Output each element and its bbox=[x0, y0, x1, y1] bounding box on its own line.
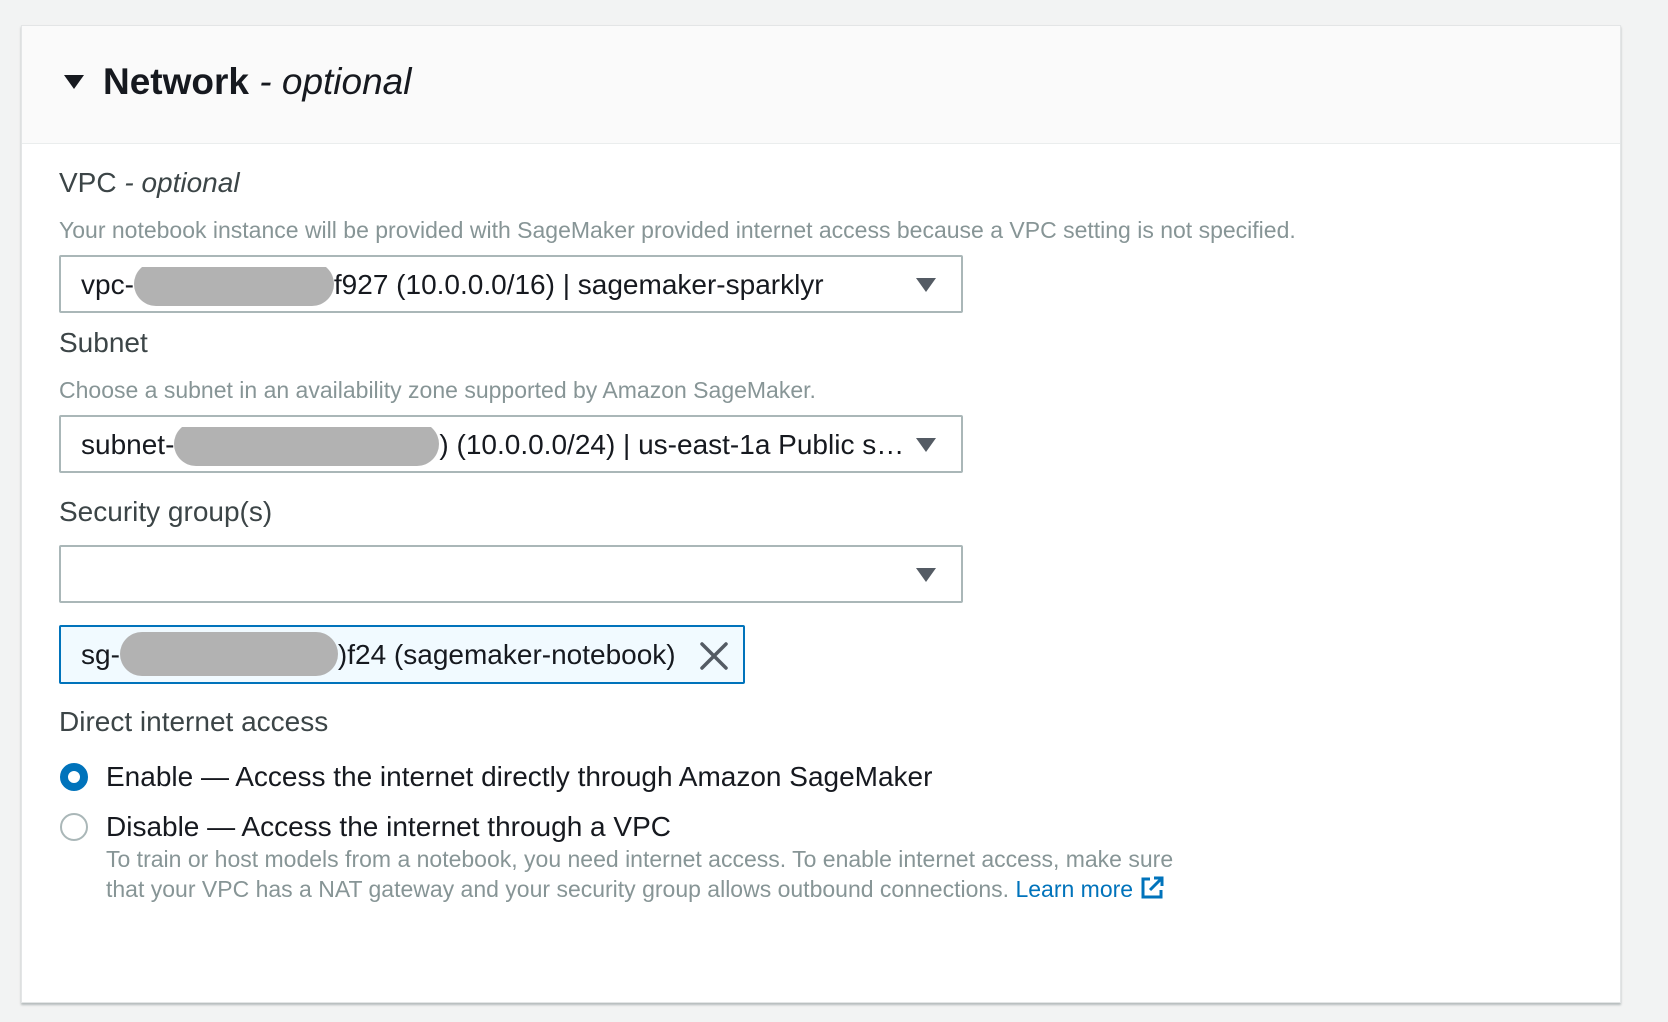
caret-down-icon[interactable] bbox=[62, 70, 86, 94]
section-title-optional: - optional bbox=[259, 61, 412, 102]
sg-suffix: )f24 (sagemaker-notebook) bbox=[337, 639, 676, 670]
section-title-text: Network bbox=[103, 61, 249, 102]
radio-disable[interactable] bbox=[60, 813, 88, 841]
subnet-select-value: subnet- ) (10.0.0.0/24) | us-east-1a Publ… bbox=[81, 427, 901, 466]
radio-disable-label[interactable]: Disable — Access the internet through a … bbox=[106, 810, 671, 844]
vpc-select[interactable]: vpc-f927 (10.0.0.0/16) | sagemaker-spark… bbox=[59, 255, 963, 313]
redaction-mask bbox=[119, 631, 338, 676]
sg-prefix: sg- bbox=[81, 639, 120, 670]
caret-down-icon bbox=[916, 278, 936, 292]
redaction-mask bbox=[174, 427, 440, 466]
security-groups-select[interactable] bbox=[59, 545, 963, 603]
redaction-mask bbox=[133, 267, 334, 306]
vpc-value-prefix: vpc- bbox=[81, 269, 134, 300]
disable-help-text: To train or host models from a notebook,… bbox=[106, 844, 1216, 904]
subnet-select[interactable]: subnet- ) (10.0.0.0/24) | us-east-1a Publ… bbox=[59, 415, 963, 473]
radio-enable[interactable] bbox=[60, 763, 88, 791]
vpc-select-value: vpc-f927 (10.0.0.0/16) | sagemaker-spark… bbox=[81, 267, 824, 306]
learn-more-link[interactable]: Learn more bbox=[1015, 876, 1165, 902]
vpc-label-text: VPC bbox=[59, 167, 117, 198]
panel-header[interactable]: Network - optional bbox=[22, 26, 1620, 144]
subnet-description: Choose a subnet in an availability zone … bbox=[59, 377, 816, 403]
vpc-label-optional: - optional bbox=[124, 167, 240, 198]
direct-internet-access-label: Direct internet access bbox=[59, 706, 329, 737]
caret-down-icon bbox=[916, 438, 936, 452]
vpc-value-suffix: f927 (10.0.0.0/16) | sagemaker-sparklyr bbox=[333, 269, 824, 300]
security-group-token: sg- )f24 (sagemaker-notebook) bbox=[59, 625, 745, 684]
section-title: Network - optional bbox=[103, 60, 411, 104]
help-text: To train or host models from a notebook,… bbox=[106, 846, 1174, 902]
subnet-label: Subnet bbox=[59, 327, 148, 358]
subnet-value-suffix: ) (10.0.0.0/24) | us-east-1a Public s… bbox=[439, 429, 901, 460]
external-link-icon bbox=[1141, 876, 1164, 899]
vpc-label: VPC - optional bbox=[59, 166, 240, 200]
learn-more-text: Learn more bbox=[1015, 876, 1134, 902]
security-group-token-label: sg- )f24 (sagemaker-notebook) bbox=[81, 631, 676, 676]
vpc-description: Your notebook instance will be provided … bbox=[59, 217, 1296, 243]
subnet-value-prefix: subnet- bbox=[81, 429, 175, 460]
caret-down-icon bbox=[916, 568, 936, 582]
close-icon[interactable] bbox=[697, 639, 731, 673]
security-groups-label: Security group(s) bbox=[59, 496, 273, 527]
radio-enable-label[interactable]: Enable — Access the internet directly th… bbox=[106, 760, 932, 794]
network-panel: Network - optional VPC - optional Your n… bbox=[21, 25, 1621, 1003]
